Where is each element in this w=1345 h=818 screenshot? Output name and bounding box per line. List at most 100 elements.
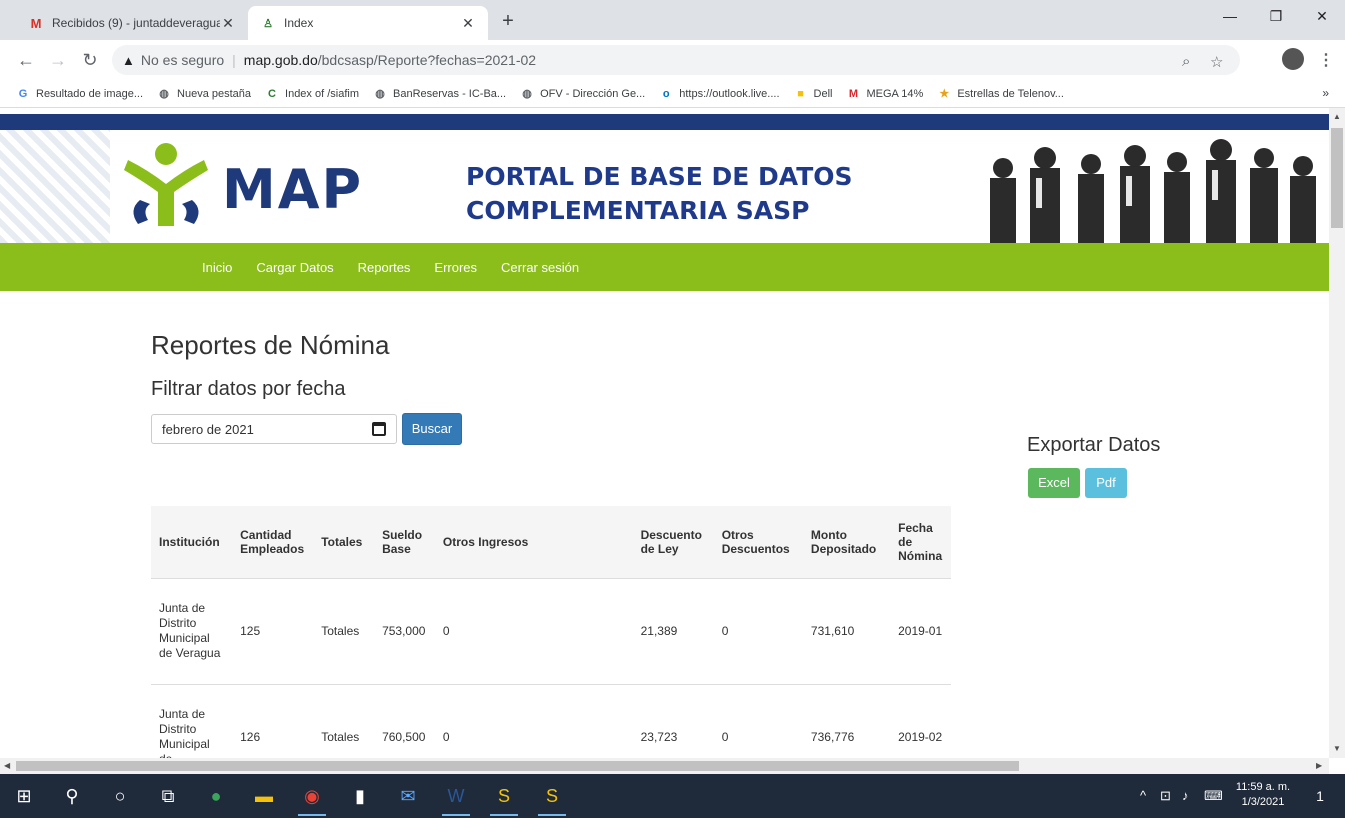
tab-index[interactable]: ♙ Index ✕ <box>248 6 488 40</box>
calendar-icon[interactable] <box>372 422 386 436</box>
nav-reportes[interactable]: Reportes <box>358 260 411 275</box>
column-header: Sueldo Base <box>374 506 435 579</box>
taskbar-clock[interactable]: 11:59 a. m. 1/3/2021 <box>1232 780 1294 810</box>
bookmark-item[interactable]: M MEGA 14% <box>846 87 923 101</box>
cortana-icon[interactable]: ○ <box>104 780 136 812</box>
reload-icon[interactable]: ↻ <box>78 48 102 72</box>
payroll-table: Institución Cantidad Empleados Totales S… <box>151 506 951 758</box>
table-cell: Totales <box>313 578 375 685</box>
volume-icon[interactable]: ♪ <box>1182 788 1189 803</box>
word-icon[interactable]: W <box>440 780 472 816</box>
bookmark-label: Index of /siafim <box>285 87 359 100</box>
chrome-icon[interactable]: ◉ <box>296 780 328 816</box>
app-s-icon[interactable]: S <box>536 780 568 816</box>
file-explorer-icon[interactable]: ▬ <box>248 780 280 812</box>
chevron-up-icon[interactable]: ^ <box>1140 788 1146 803</box>
task-view-icon[interactable]: ⧉ <box>152 780 184 812</box>
notification-icon[interactable]: 1 <box>1304 780 1336 812</box>
bookmark-label: BanReservas - IC-Ba... <box>393 87 507 100</box>
bookmark-item[interactable]: o https://outlook.live.... <box>659 87 780 101</box>
scroll-right-icon[interactable]: ▶ <box>1316 761 1322 770</box>
url-host: map.gob.do <box>243 52 318 68</box>
site-navbar: Inicio Cargar Datos Reportes Errores Cer… <box>0 243 1329 291</box>
bookmark-item[interactable]: ★ Estrellas de Telenov... <box>937 87 1064 101</box>
bookmark-item[interactable]: G Resultado de image... <box>16 87 143 101</box>
site-header: MAP PORTAL DE BASE DE DATOS COMPLEMENTAR… <box>0 130 1329 243</box>
zoom-icon[interactable]: ⌕ <box>1182 53 1190 70</box>
bookmark-item[interactable]: ◍ BanReservas - IC-Ba... <box>373 87 506 101</box>
input-language-icon[interactable]: ⌨ <box>1204 788 1223 804</box>
table-cell: 0 <box>713 684 803 758</box>
notification-count: 1 <box>1316 788 1324 804</box>
export-pdf-button[interactable]: Pdf <box>1085 468 1127 498</box>
close-icon[interactable]: ✕ <box>460 15 476 32</box>
browser-toolbar: ← → ↻ ▲ No es seguro | map.gob.do /bdcsa… <box>0 40 1345 80</box>
forward-arrow-icon[interactable]: → <box>46 48 70 72</box>
app-s-icon[interactable]: S <box>488 780 520 816</box>
bookmark-label: https://outlook.live.... <box>679 87 780 100</box>
nav-cerrar-sesion[interactable]: Cerrar sesión <box>501 260 579 275</box>
address-bar[interactable]: ▲ No es seguro | map.gob.do /bdcsasp/Rep… <box>112 45 1240 75</box>
scroll-thumb[interactable] <box>16 761 1019 771</box>
column-header: Fecha de Nómina <box>890 506 951 579</box>
warning-icon[interactable]: ▲ <box>122 53 135 68</box>
outlook-icon: o <box>662 87 670 100</box>
table-cell: 2019-02 <box>890 684 951 758</box>
profile-avatar[interactable] <box>1282 48 1304 70</box>
table-cell: Junta de Distrito Municipal de <box>151 684 233 758</box>
restore-button[interactable]: ❐ <box>1253 0 1299 32</box>
globe-icon: ◍ <box>375 88 385 100</box>
clock-date: 1/3/2021 <box>1241 796 1285 808</box>
scroll-thumb[interactable] <box>1331 128 1343 228</box>
export-excel-button[interactable]: Excel <box>1028 468 1080 498</box>
nav-cargar-datos[interactable]: Cargar Datos <box>256 260 333 275</box>
vertical-scrollbar[interactable]: ▲ ▼ <box>1329 108 1345 758</box>
windows-start-icon[interactable]: ⊞ <box>8 780 40 812</box>
table-cell: 23,723 <box>632 684 714 758</box>
bookmark-item[interactable]: ◍ OFV - Dirección Ge... <box>520 87 645 101</box>
bookmark-item[interactable]: ◍ Nueva pestaña <box>157 87 251 101</box>
windows-taskbar: ⊞ ⚲ ○ ⧉ ● ▬ ◉ ▮ ✉ W S S ^ ⊡ ♪ ⌨ 11:59 a.… <box>0 774 1345 818</box>
scroll-up-icon[interactable]: ▲ <box>1333 112 1341 121</box>
edge-icon[interactable]: ● <box>200 780 232 812</box>
notepad-icon[interactable]: ▮ <box>344 780 376 812</box>
page-viewport: MAP PORTAL DE BASE DE DATOS COMPLEMENTAR… <box>0 108 1329 758</box>
network-icon[interactable]: ⊡ <box>1160 788 1171 804</box>
search-icon[interactable]: ⚲ <box>56 780 88 812</box>
bookmark-label: Nueva pestaña <box>177 87 252 100</box>
tab-gmail[interactable]: M Recibidos (9) - juntaddeveragua@ ✕ <box>16 6 248 40</box>
back-arrow-icon[interactable]: ← <box>14 48 38 72</box>
filter-title: Filtrar datos por fecha <box>151 378 346 400</box>
column-header: Monto Depositado <box>802 506 891 579</box>
star-icon[interactable]: ☆ <box>1210 53 1223 71</box>
c-logo-icon: C <box>268 87 276 100</box>
table-row: Junta de Distrito Municipal de 126 Total… <box>151 684 951 758</box>
horizontal-scrollbar[interactable]: ◀ ▶ <box>0 758 1329 774</box>
bookmark-item[interactable]: ■ Dell <box>794 87 833 101</box>
date-filter-input[interactable]: febrero de 2021 <box>151 414 397 444</box>
bookmarks-overflow-button[interactable]: » <box>1322 86 1329 100</box>
search-button[interactable]: Buscar <box>402 413 462 445</box>
bookmark-item[interactable]: C Index of /siafim <box>265 87 359 101</box>
globe-icon: ◍ <box>522 88 532 100</box>
bookmark-label: Dell <box>813 87 833 100</box>
tab-title: Index <box>284 16 314 30</box>
nav-errores[interactable]: Errores <box>434 260 477 275</box>
table-cell: 753,000 <box>374 578 435 685</box>
menu-icon[interactable]: ⋮ <box>1318 50 1334 70</box>
minimize-button[interactable]: — <box>1207 0 1253 32</box>
bookmark-label: Estrellas de Telenov... <box>957 87 1064 100</box>
scroll-down-icon[interactable]: ▼ <box>1333 744 1341 753</box>
table-cell: 126 <box>232 684 314 758</box>
mail-icon[interactable]: ✉ <box>392 780 424 812</box>
table-cell: 0 <box>434 578 633 685</box>
google-icon: G <box>18 87 28 100</box>
close-window-button[interactable]: ✕ <box>1299 0 1345 32</box>
column-header: Otros Ingresos <box>434 506 633 579</box>
scroll-left-icon[interactable]: ◀ <box>4 761 10 770</box>
close-icon[interactable]: ✕ <box>220 15 236 32</box>
bookmark-label: Resultado de image... <box>36 87 144 100</box>
nav-inicio[interactable]: Inicio <box>202 260 232 275</box>
new-tab-button[interactable]: + <box>496 10 520 34</box>
table-cell: Totales <box>313 684 375 758</box>
